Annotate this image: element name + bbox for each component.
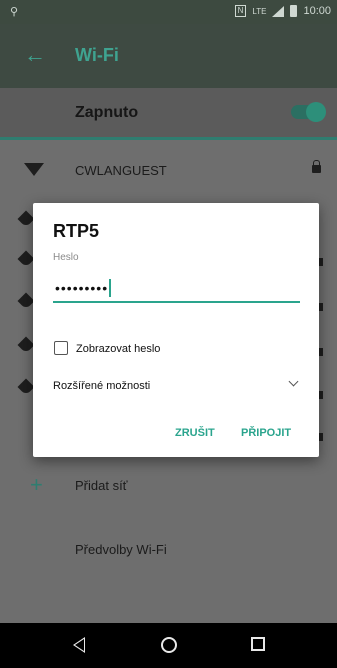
add-network-label: Přidat síť [75,478,128,493]
cancel-button[interactable]: ZRUŠIT [175,427,215,439]
wifi-password-dialog: RTP5 Heslo ••••••••• Zobrazovat heslo Ro… [33,203,319,457]
wifi-master-switch-bar[interactable]: Zapnuto [0,88,337,140]
status-bar: ⚲ N LTE 10:00 [0,0,337,24]
network-row[interactable]: CWLANGUEST [0,149,337,193]
connect-button[interactable]: PŘIPOJIT [241,427,291,439]
password-value-wrap: ••••••••• [55,279,112,297]
back-arrow-icon[interactable]: ← [24,44,46,66]
show-password-label[interactable]: Zobrazovat heslo [76,343,160,355]
clock: 10:00 [303,5,331,17]
nav-back-icon[interactable] [73,637,85,653]
network-name: CWLANGUEST [75,163,167,178]
plus-icon: + [30,472,43,497]
wifi-toggle[interactable] [291,102,326,122]
wifi-signal-icon [17,250,35,268]
add-network-row[interactable]: + Přidat síť [0,466,337,510]
show-password-checkbox[interactable] [54,341,68,355]
nav-recents-icon[interactable] [251,637,265,651]
wifi-signal-icon [17,292,35,310]
switch-label: Zapnuto [75,104,139,121]
chevron-down-icon[interactable] [288,376,299,387]
text-caret [109,279,112,297]
status-icons: N LTE 10:00 [234,5,331,17]
wifi-signal-icon [24,163,44,176]
wifi-signal-icon [17,378,35,396]
nav-home-icon[interactable] [161,637,177,653]
lte-indicator: LTE [252,6,267,16]
wifi-preferences-label: Předvolby Wi-Fi [75,542,167,557]
password-input[interactable]: ••••••••• [53,279,300,303]
password-value: ••••••••• [55,280,109,296]
wifi-signal-icon [17,210,35,228]
battery-icon [290,5,298,17]
system-nav-bar [0,623,337,668]
advanced-options-label[interactable]: Rozšířené možnosti [53,380,150,392]
nfc-icon: N [234,5,247,17]
password-field-label: Heslo [53,252,79,263]
wifi-signal-icon [17,336,35,354]
notification-icon: ⚲ [10,6,19,18]
signal-icon [272,5,285,17]
lock-icon [312,160,321,173]
dialog-title: RTP5 [53,221,100,241]
page-title: Wi-Fi [75,45,119,65]
toggle-knob [306,102,326,122]
wifi-preferences-row[interactable]: Předvolby Wi-Fi [0,530,337,574]
app-toolbar: ← Wi-Fi [0,24,337,88]
